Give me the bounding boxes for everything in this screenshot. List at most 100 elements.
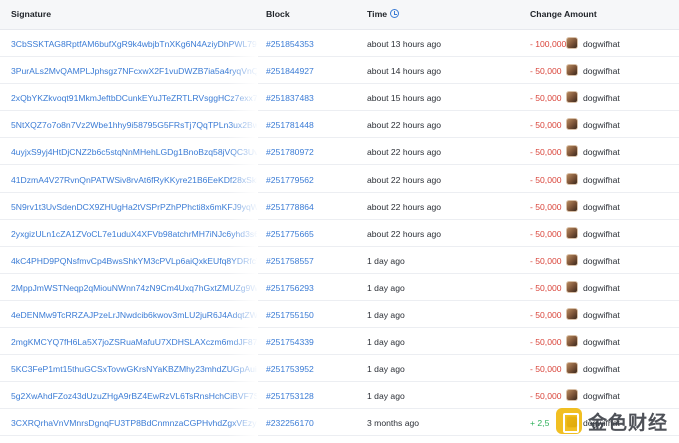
change-amount: - 50,000 (530, 174, 562, 185)
block-link[interactable]: #232256170 (266, 418, 314, 428)
token-link[interactable]: dogwifhat (583, 364, 620, 374)
signature-link[interactable]: 5KC3FeP1mt15thuGCSxTovwGKrsNYaKBZMhy23mh… (11, 364, 257, 374)
token-link[interactable]: dogwifhat (583, 337, 620, 347)
table-row: 2mgKMCYQ7fH6La5X7joZSRuaMafuU7XDHSLAXczm… (0, 328, 679, 356)
dogwifhat-token-icon (566, 118, 578, 131)
signature-link[interactable]: 4eDENMw9TcRRZAJPzeLrJNwdcib6kwov3mLU2juR… (11, 310, 257, 320)
time-value: 3 months ago (367, 418, 420, 429)
time-value: about 22 hours ago (367, 147, 442, 158)
time-value: about 13 hours ago (367, 39, 442, 49)
time-value: 1 day ago (367, 282, 405, 293)
change-amount: - 50,000 (530, 147, 562, 158)
block-link[interactable]: #251778864 (266, 202, 314, 212)
dogwifhat-token-icon (566, 253, 578, 266)
signature-link[interactable]: 3PurALs2MvQAMPLJphsgz7NFcxwX2F1vuDWZB7ia… (11, 66, 257, 76)
change-amount: - 50,000 (530, 201, 562, 212)
table-header: Signature Block Time Change Amount (0, 0, 679, 30)
block-link[interactable]: #251779562 (266, 175, 314, 185)
dogwifhat-token-icon (566, 389, 578, 402)
block-link[interactable]: #251780972 (266, 147, 314, 157)
block-link[interactable]: #251753128 (266, 391, 314, 401)
signature-link[interactable]: 2xQbYKZkvoqt91MkmJeftbDCunkEYuJTeZRTLRVs… (11, 93, 257, 103)
token-link[interactable]: dogwifhat (583, 310, 620, 320)
change-amount: - 50,000 (530, 364, 562, 375)
signature-link[interactable]: 2mgKMCYQ7fH6La5X7joZSRuaMafuU7XDHSLAXczm… (11, 337, 257, 347)
signature-link[interactable]: 5g2XwAhdFZoz43dUzuZHgA9rBZ4EwRzVL6TsRnsH… (11, 391, 257, 401)
signature-column-header: Signature (11, 9, 52, 19)
table-row: 2MppJmWSTNeqp2qMiouNWnn74zN9Cm4Uxq7hGxtZ… (0, 274, 679, 301)
time-header-label: Time (367, 9, 388, 19)
token-link[interactable]: dogwifhat (583, 147, 620, 157)
block-link[interactable]: #251837483 (266, 93, 314, 103)
table-row: 4uyjxS9yj4HtDjCNZ2b6c5stqNnMHehLGDg1BnoB… (0, 138, 679, 166)
change-amount: - 50,000 (530, 120, 562, 131)
watermark-text: 金色财经 (588, 411, 669, 434)
time-value: 1 day ago (367, 310, 405, 320)
block-link[interactable]: #251775665 (266, 229, 314, 239)
block-column-header: Block (266, 9, 290, 19)
dogwifhat-token-icon (566, 64, 578, 77)
signature-link[interactable]: 2yxgizULn1cZA1ZVoCL7e1uduX4XFVb98atchrMH… (11, 229, 257, 239)
signature-link[interactable]: 5NtXQZ7o7o8n7Vz2Wbe1hhy9i58795G5FRsTj7Qq… (11, 120, 257, 130)
table-row: 4eDENMw9TcRRZAJPzeLrJNwdcib6kwov3mLU2juR… (0, 301, 679, 329)
token-link[interactable]: dogwifhat (583, 66, 620, 76)
change-amount: - 50,000 (530, 391, 562, 402)
table-row: 4kC4PHD9PQNsfmvCp4BwsShkYM3cPVLp6aiQxkEU… (0, 247, 679, 274)
signature-link[interactable]: 2MppJmWSTNeqp2qMiouNWnn74zN9Cm4Uxq7hGxtZ… (11, 283, 257, 293)
dogwifhat-token-icon (566, 199, 578, 212)
dogwifhat-token-icon (566, 308, 578, 320)
change-amount: + 2,5 (530, 418, 550, 429)
table-row: 5N9rv1t3UvSdenDCX9ZHUgHa2tVSPrPZhPPhcti8… (0, 193, 679, 220)
time-value: about 14 hours ago (367, 66, 442, 77)
time-value: 1 day ago (367, 364, 405, 375)
dogwifhat-token-icon (566, 145, 578, 158)
clock-icon[interactable] (390, 9, 400, 18)
dogwifhat-token-icon (566, 335, 578, 348)
signature-link[interactable]: 4kC4PHD9PQNsfmvCp4BwsShkYM3cPVLp6aiQxkEU… (11, 256, 257, 266)
table-row: 2xQbYKZkvoqt91MkmJeftbDCunkEYuJTeZRTLRVs… (0, 84, 679, 112)
token-link[interactable]: dogwifhat (583, 202, 620, 212)
signature-link[interactable]: 3CbSSKTAG8RptfAM6bufXgR9k4wbjbTnXKg6N4Az… (11, 39, 257, 49)
watermark-logo-icon (556, 408, 582, 434)
token-link[interactable]: dogwifhat (583, 283, 620, 293)
token-link[interactable]: dogwifhat (583, 39, 620, 49)
time-value: 1 day ago (367, 255, 405, 266)
block-link[interactable]: #251755150 (266, 310, 314, 320)
dogwifhat-token-icon (566, 280, 578, 293)
time-value: 1 day ago (367, 337, 405, 348)
dogwifhat-token-icon (566, 37, 578, 49)
signature-link[interactable]: 3CXRQrhaVnVMnrsDgnqFU3TP8BdCnmnzaCGPHvhd… (11, 418, 257, 428)
signature-link[interactable]: 41DzmA4V27RvnQnPATWSiv8rvAt6fRyKKyre21B6… (11, 175, 257, 185)
time-value: about 22 hours ago (367, 174, 442, 185)
change-amount: - 50,000 (530, 228, 562, 239)
token-link[interactable]: dogwifhat (583, 93, 620, 103)
block-link[interactable]: #251753952 (266, 364, 314, 374)
dogwifhat-token-icon (566, 91, 578, 104)
time-value: about 22 hours ago (367, 228, 442, 239)
change-amount: - 50,000 (530, 66, 562, 77)
token-link[interactable]: dogwifhat (583, 175, 620, 185)
token-link[interactable]: dogwifhat (583, 256, 620, 266)
token-link[interactable]: dogwifhat (583, 229, 620, 239)
token-link[interactable]: dogwifhat (583, 391, 620, 401)
time-value: about 22 hours ago (367, 201, 442, 212)
signature-link[interactable]: 5N9rv1t3UvSdenDCX9ZHUgHa2tVSPrPZhPPhcti8… (11, 202, 257, 212)
change-amount: - 100,000 (530, 39, 567, 49)
change-amount: - 50,000 (530, 337, 562, 348)
block-link[interactable]: #251756293 (266, 283, 314, 293)
change-amount: - 50,000 (530, 255, 562, 266)
block-link[interactable]: #251781448 (266, 120, 314, 130)
time-value: about 22 hours ago (367, 120, 442, 131)
time-column-header[interactable]: Time (367, 9, 400, 19)
block-link[interactable]: #251844927 (266, 66, 314, 76)
block-link[interactable]: #251854353 (266, 39, 314, 49)
time-value: about 15 hours ago (367, 93, 442, 104)
dogwifhat-token-icon (566, 172, 578, 185)
signature-link[interactable]: 4uyjxS9yj4HtDjCNZ2b6c5stqNnMHehLGDg1BnoB… (11, 147, 257, 157)
token-link[interactable]: dogwifhat (583, 120, 620, 130)
change-amount: - 50,000 (530, 93, 562, 104)
change-amount: - 50,000 (530, 282, 562, 293)
block-link[interactable]: #251758557 (266, 256, 314, 266)
table-row: 3CbSSKTAG8RptfAM6bufXgR9k4wbjbTnXKg6N4Az… (0, 30, 679, 58)
block-link[interactable]: #251754339 (266, 337, 314, 347)
